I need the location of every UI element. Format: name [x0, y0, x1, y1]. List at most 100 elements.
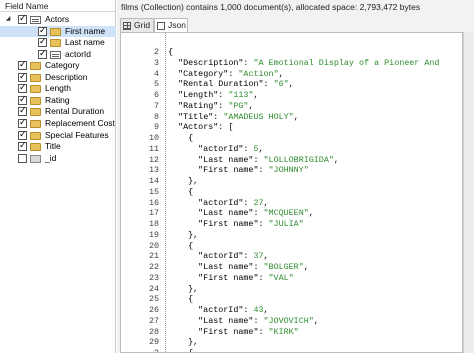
tab-json-label: Json: [168, 20, 186, 30]
field-checkbox[interactable]: [18, 60, 27, 71]
line-number: 5: [153, 79, 159, 90]
field-row[interactable]: Description: [0, 72, 116, 83]
gutter-divider: [165, 33, 166, 352]
field-row[interactable]: Rating: [0, 95, 116, 106]
code-text: "Last name": "LOLLOBRIGIDA",: [198, 154, 339, 165]
code-text: "Last name": "JOVOVICH",: [198, 315, 319, 326]
code-text: "First name": "JOHNNY": [198, 165, 309, 176]
field-checkbox[interactable]: [18, 106, 27, 117]
field-label: Rental Duration: [45, 106, 105, 117]
field-row[interactable]: First name: [0, 25, 116, 37]
line-number: 15: [148, 186, 159, 197]
line-number: 24: [148, 283, 159, 294]
line-number: 27: [148, 315, 159, 326]
folder-icon: [50, 27, 61, 36]
field-checkbox[interactable]: [18, 130, 27, 141]
line-number: 29: [148, 337, 159, 348]
code-text: {: [168, 47, 174, 57]
line-number: 11: [148, 143, 159, 154]
folder-icon: [30, 108, 41, 117]
code-text: {: [168, 186, 194, 197]
line-number: 26: [148, 305, 159, 315]
code-text: },: [168, 283, 199, 294]
grid-icon: [123, 22, 131, 30]
code-text: },: [168, 229, 199, 240]
code-text: "Rental Duration": "6",: [178, 79, 294, 90]
field-label: Special Features: [45, 129, 109, 140]
folder-icon: [50, 39, 61, 48]
line-number: 16: [148, 197, 159, 208]
code-text: "First name": "JULIA": [198, 219, 304, 229]
field-name-header: Field Name: [0, 0, 115, 12]
code-text: "actorId": 27,: [198, 197, 269, 208]
field-checkbox[interactable]: [18, 95, 27, 106]
field-row[interactable]: Replacement Cost: [0, 118, 116, 129]
document-view: films (Collection) contains 1,000 docume…: [117, 0, 474, 353]
folder-icon: [30, 73, 41, 82]
code-text: {: [168, 348, 194, 353]
code-text: "Title": "AMADEUS HOLY",: [178, 111, 299, 122]
field-label: Actors: [45, 14, 70, 24]
number-field-icon: [50, 50, 61, 59]
field-row[interactable]: Last name: [0, 37, 116, 48]
line-number: 21: [148, 251, 159, 262]
folder-icon: [30, 143, 41, 152]
line-number: 19: [148, 229, 159, 240]
field-row[interactable]: Category: [0, 60, 116, 71]
folder-icon: [30, 131, 41, 140]
actors-doc-icon: [30, 16, 41, 24]
line-number: 3: [153, 348, 159, 353]
code-text: "actorId": 37,: [198, 251, 269, 262]
code-text: },: [168, 176, 199, 186]
code-text: "Length": "113",: [178, 90, 259, 100]
tab-json[interactable]: Json: [154, 18, 188, 33]
tab-grid-label: Grid: [134, 20, 151, 30]
collection-status: films (Collection) contains 1,000 docume…: [121, 2, 421, 12]
field-checkbox[interactable]: [18, 14, 27, 25]
line-number: 9: [153, 122, 159, 133]
folder-icon: [30, 85, 41, 94]
code-text: "Rating": "PG",: [178, 100, 254, 111]
field-panel: Field Name ◢ ActorsFirst nameLast nameact…: [0, 0, 116, 353]
field-checkbox[interactable]: [18, 72, 27, 83]
line-number: 23: [148, 272, 159, 283]
code-text: "First name": "KIRK": [198, 326, 299, 337]
field-label: _id: [45, 152, 57, 163]
field-checkbox[interactable]: [38, 26, 47, 37]
field-row[interactable]: Length: [0, 83, 116, 94]
field-checkbox[interactable]: [38, 37, 47, 48]
field-row[interactable]: Title: [0, 141, 116, 152]
code-text: "actorId": 5,: [198, 143, 264, 154]
field-checkbox[interactable]: [18, 118, 27, 129]
field-label: Category: [45, 60, 80, 71]
expand-toggle-icon[interactable]: ◢: [4, 14, 12, 25]
field-label: actorId: [65, 48, 91, 59]
field-label: Last name: [65, 37, 105, 48]
field-row[interactable]: _id: [0, 153, 116, 164]
json-editor[interactable]: 2 {3 "Description": "A Emotional Display …: [120, 32, 463, 353]
line-number: 17: [148, 208, 159, 219]
field-checkbox[interactable]: [18, 83, 27, 94]
field-checkbox[interactable]: [18, 153, 27, 163]
field-row[interactable]: Rental Duration: [0, 106, 116, 117]
folder-icon: [30, 119, 41, 128]
vertical-scrollbar[interactable]: [463, 32, 474, 353]
line-number: 25: [148, 294, 159, 305]
code-text: {: [168, 294, 194, 305]
line-number: 6: [153, 90, 159, 100]
field-checkbox[interactable]: [38, 49, 47, 60]
folder-icon: [30, 62, 41, 71]
line-number: 14: [148, 176, 159, 186]
line-number: 8: [153, 111, 159, 122]
field-row[interactable]: Special Features: [0, 130, 116, 141]
line-number: 28: [148, 326, 159, 337]
field-row[interactable]: ◢ Actors: [0, 14, 116, 25]
line-number: 4: [153, 68, 159, 79]
tab-grid[interactable]: Grid: [120, 18, 154, 32]
field-label: Rating: [45, 94, 70, 105]
field-row[interactable]: actorId: [0, 49, 116, 60]
line-number: 20: [148, 240, 159, 251]
line-number: 22: [148, 262, 159, 272]
field-checkbox[interactable]: [18, 141, 27, 152]
field-label: Replacement Cost: [45, 117, 115, 128]
